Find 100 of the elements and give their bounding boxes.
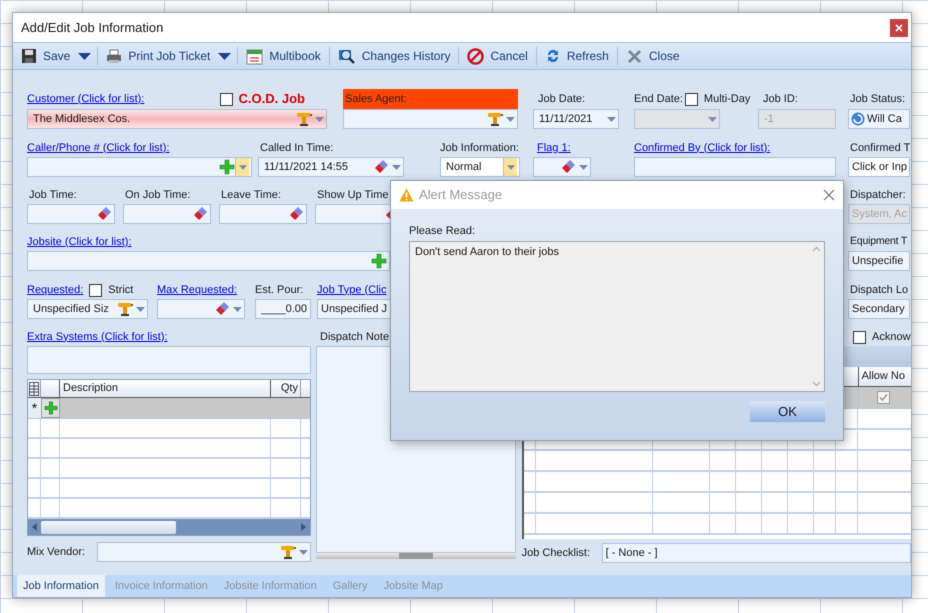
ok-button[interactable]: OK bbox=[750, 401, 825, 422]
eraser-icon[interactable] bbox=[288, 206, 304, 222]
caret-icon[interactable] bbox=[78, 52, 92, 60]
horizontal-scrollbar[interactable] bbox=[28, 519, 310, 535]
time-field[interactable] bbox=[219, 204, 307, 224]
jobsite-field[interactable] bbox=[27, 251, 390, 271]
checkbox[interactable] bbox=[877, 391, 890, 404]
customer-link[interactable]: Customer (Click for list): bbox=[27, 90, 144, 108]
confirmed-time-field[interactable]: Click or Inp bbox=[848, 157, 910, 177]
calendar-icon bbox=[246, 48, 264, 64]
job-status-field[interactable]: Will Ca bbox=[848, 109, 910, 129]
scroll-right-icon[interactable] bbox=[301, 523, 306, 531]
job-information-field[interactable]: Normal bbox=[440, 157, 520, 177]
dispatcher-label: Dispatcher: bbox=[850, 188, 906, 203]
checkbox[interactable] bbox=[89, 284, 102, 296]
toolbar-button[interactable]: Save bbox=[19, 45, 72, 67]
requested-link[interactable]: Requested: bbox=[27, 282, 84, 298]
time-field[interactable] bbox=[27, 204, 115, 224]
flag-field[interactable] bbox=[533, 157, 591, 177]
called-in-time-label: Called In Time: bbox=[260, 140, 334, 156]
caller-link[interactable]: Caller/Phone # (Click for list): bbox=[27, 140, 170, 156]
confirmed-time-label: Confirmed T bbox=[850, 140, 910, 156]
prompt-label: Please Read: bbox=[409, 224, 476, 239]
caret-icon[interactable] bbox=[579, 164, 588, 170]
column-chooser-icon[interactable] bbox=[29, 382, 39, 396]
max-requested-field[interactable] bbox=[157, 299, 245, 319]
time-label: Show Up Time bbox=[317, 188, 389, 203]
dropdown-button[interactable] bbox=[235, 158, 249, 176]
toolbar-button[interactable]: Multibook bbox=[244, 45, 323, 67]
time-label: Job Time: bbox=[29, 188, 77, 203]
time-field[interactable] bbox=[123, 204, 211, 224]
close-button[interactable] bbox=[890, 18, 908, 36]
mix-vendor-field[interactable] bbox=[97, 542, 311, 562]
warning-icon bbox=[399, 188, 414, 202]
add-row-button[interactable] bbox=[41, 398, 60, 418]
scroll-down-icon[interactable] bbox=[812, 381, 820, 387]
est-pour-label: Est. Pour: bbox=[255, 282, 304, 298]
caret-icon[interactable] bbox=[218, 52, 232, 60]
job-type-link[interactable]: Job Type (Clic bbox=[317, 282, 386, 298]
scroll-up-icon[interactable] bbox=[812, 246, 820, 252]
time-label: On Job Time: bbox=[125, 188, 190, 203]
toolbar-button[interactable]: Changes History bbox=[336, 45, 452, 67]
prohibited-icon bbox=[467, 48, 484, 64]
equipment-field[interactable]: Unspecifie bbox=[848, 251, 910, 271]
est-pour-field[interactable]: ____0.00 bbox=[255, 299, 311, 319]
checkbox[interactable] bbox=[684, 92, 698, 106]
checkbox[interactable] bbox=[853, 330, 866, 344]
flag-link[interactable]: Flag 1: bbox=[537, 140, 571, 156]
dispatch-location-field[interactable]: Secondary bbox=[848, 299, 910, 319]
column-header[interactable]: Qty bbox=[271, 380, 301, 397]
eraser-icon[interactable] bbox=[192, 206, 208, 222]
scroll-left-icon[interactable] bbox=[32, 523, 37, 531]
caret-icon[interactable] bbox=[506, 116, 515, 122]
checkbox[interactable] bbox=[220, 92, 233, 106]
message-box[interactable]: Don't send Aaron to their jobs bbox=[409, 241, 825, 392]
confirmed-by-link[interactable]: Confirmed By (Click for list): bbox=[634, 140, 770, 156]
job-date-label: Job Date: bbox=[538, 92, 586, 107]
extra-systems-link[interactable]: Extra Systems (Click for list): bbox=[27, 330, 168, 343]
eraser-icon[interactable] bbox=[373, 159, 389, 175]
extra-systems-field[interactable] bbox=[27, 346, 311, 374]
caret-icon[interactable] bbox=[607, 116, 616, 122]
eraser-icon[interactable] bbox=[96, 206, 112, 222]
dispatch-location-label: Dispatch Lo bbox=[850, 282, 908, 298]
plus-icon[interactable] bbox=[44, 401, 58, 415]
caret-icon[interactable] bbox=[136, 306, 145, 312]
job-checklist-label: Job Checklist: bbox=[522, 546, 592, 561]
plus-icon[interactable] bbox=[219, 159, 235, 175]
toolbar-button[interactable]: Cancel bbox=[465, 45, 530, 67]
customer-field[interactable]: The Middlesex Cos. bbox=[27, 109, 327, 129]
eraser-icon[interactable] bbox=[560, 159, 576, 175]
close-icon[interactable] bbox=[823, 189, 835, 201]
caret-icon[interactable] bbox=[392, 164, 401, 170]
requested-field[interactable]: Unspecified Siz bbox=[27, 299, 148, 319]
job-checklist-field[interactable]: [ - None - ] bbox=[602, 543, 911, 563]
circle-arrow-icon bbox=[851, 112, 865, 126]
column-header[interactable]: Allow No bbox=[858, 367, 905, 386]
dropdown-button[interactable] bbox=[503, 158, 517, 176]
job-date-field[interactable]: 11/11/2021 bbox=[533, 109, 619, 129]
eraser-icon[interactable] bbox=[214, 301, 230, 317]
called-in-time-field[interactable]: 11/11/2021 14:55 bbox=[258, 157, 404, 177]
max-requested-link[interactable]: Max Requested: bbox=[157, 282, 238, 298]
cod-job-label: C.O.D. Job bbox=[238, 90, 305, 108]
column-header[interactable]: Description bbox=[60, 380, 271, 397]
confirmed-by-field[interactable] bbox=[634, 157, 836, 177]
toolbar-button[interactable]: Close bbox=[624, 45, 682, 67]
tab[interactable]: Job Information bbox=[17, 575, 105, 597]
caret-icon[interactable] bbox=[299, 550, 308, 554]
toolbar-button[interactable]: Refresh bbox=[542, 45, 611, 67]
mix-vendor-label: Mix Vendor: bbox=[27, 544, 86, 560]
caller-field[interactable] bbox=[27, 157, 252, 177]
jobsite-link[interactable]: Jobsite (Click for list): bbox=[27, 234, 132, 250]
printer-icon bbox=[106, 48, 122, 64]
splitter[interactable] bbox=[316, 553, 516, 559]
plus-icon[interactable] bbox=[371, 253, 387, 269]
strict-label: Strict bbox=[108, 282, 134, 298]
end-date-label: End Date: bbox=[634, 92, 683, 107]
sales-agent-field[interactable] bbox=[343, 109, 518, 129]
toolbar-button[interactable]: Print Job Ticket bbox=[104, 45, 212, 67]
caret-icon[interactable] bbox=[233, 306, 242, 312]
dispatch-notes-label: Dispatch Note bbox=[320, 330, 390, 345]
